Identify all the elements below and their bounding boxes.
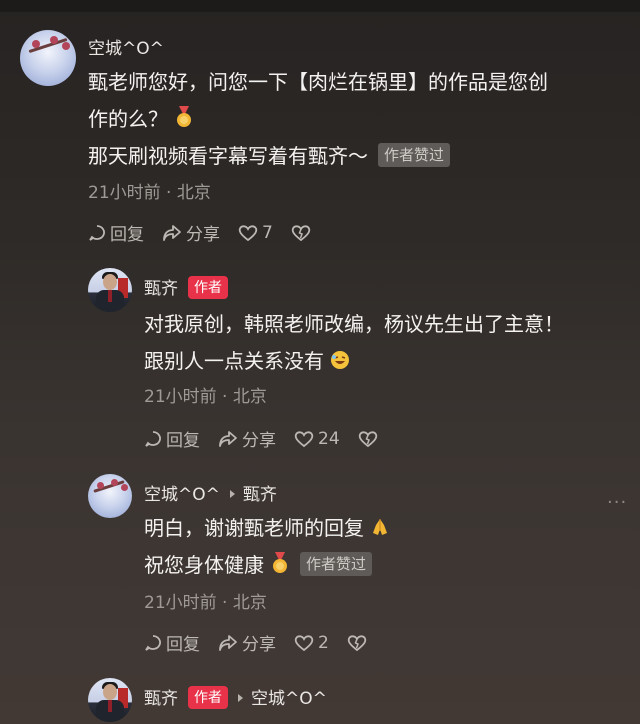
reply-button[interactable]: 回复 bbox=[144, 426, 200, 451]
broken-heart-icon bbox=[347, 634, 367, 651]
top-bar bbox=[0, 0, 640, 12]
comment-text: 甄老师您好，问您一下【肉烂在锅里】的作品是您创 作的么？ 那天刷视频看字幕写着有… bbox=[88, 64, 628, 175]
reply-to-username[interactable]: 空城^O^ bbox=[251, 689, 327, 709]
like-count: 7 bbox=[262, 222, 273, 243]
heart-icon bbox=[294, 430, 314, 447]
medal-emoji-icon bbox=[270, 549, 290, 573]
reply-label: 回复 bbox=[110, 225, 144, 245]
like-count: 2 bbox=[318, 632, 329, 653]
author-liked-badge: 作者赞过 bbox=[300, 552, 373, 576]
comment-username[interactable]: 甄齐 作者 bbox=[144, 274, 228, 299]
broken-heart-icon bbox=[291, 224, 311, 241]
share-label: 分享 bbox=[242, 635, 276, 655]
comment-text-line: 甄老师您好，问您一下【肉烂在锅里】的作品是您创 bbox=[88, 70, 548, 94]
avatar[interactable] bbox=[20, 30, 76, 86]
comment-text: 对我原创，韩照老师改编，杨议先生出了主意！ 跟别人一点关系没有 bbox=[144, 306, 624, 380]
reply-icon bbox=[145, 430, 161, 447]
medal-emoji-icon bbox=[174, 103, 194, 127]
share-button[interactable]: 分享 bbox=[162, 220, 220, 245]
author-badge: 作者 bbox=[188, 686, 228, 709]
share-icon bbox=[219, 430, 237, 447]
comment-text-line: 明白，谢谢甄老师的回复 bbox=[144, 516, 364, 540]
like-button[interactable]: 2 bbox=[294, 633, 329, 653]
like-button[interactable]: 7 bbox=[238, 223, 273, 243]
avatar[interactable] bbox=[88, 474, 132, 518]
comment-text: 明白，谢谢甄老师的回复 祝您身体健康 作者赞过 bbox=[144, 510, 624, 584]
reply-button[interactable]: 回复 bbox=[88, 220, 144, 245]
comment-text-line: 那天刷视频看字幕写着有甄齐～ bbox=[88, 144, 368, 168]
reply-to-username[interactable]: 甄齐 bbox=[243, 485, 277, 505]
reply-label: 回复 bbox=[166, 431, 200, 451]
comment-username[interactable]: 甄齐 作者 空城^O^ bbox=[144, 684, 327, 709]
comment-meta: 21小时前 · 北京 bbox=[144, 593, 267, 613]
share-label: 分享 bbox=[242, 431, 276, 451]
reply-to-arrow-icon bbox=[238, 694, 243, 702]
comment-actions: 回复 分享 24 bbox=[144, 426, 400, 451]
reply-button[interactable]: 回复 bbox=[144, 630, 200, 655]
heart-icon bbox=[294, 634, 314, 651]
reply-to-arrow-icon bbox=[229, 490, 235, 498]
comment-meta: 21小时前 · 北京 bbox=[144, 387, 267, 407]
dislike-button[interactable] bbox=[291, 224, 315, 242]
reply-label: 回复 bbox=[166, 635, 200, 655]
comment-meta: 21小时前 · 北京 bbox=[88, 183, 211, 203]
avatar[interactable] bbox=[88, 268, 132, 312]
author-liked-badge: 作者赞过 bbox=[378, 143, 451, 167]
broken-heart-icon bbox=[358, 430, 377, 447]
comment-text-line: 祝您身体健康 bbox=[144, 553, 264, 577]
like-button[interactable]: 24 bbox=[294, 429, 340, 449]
comment-username[interactable]: 空城^O^ bbox=[88, 34, 164, 59]
comment-text-line: 作的么？ bbox=[88, 107, 168, 131]
praying-hands-emoji-icon bbox=[370, 512, 390, 535]
comment-text-line: 对我原创，韩照老师改编，杨议先生出了主意！ bbox=[144, 312, 564, 336]
heart-icon bbox=[238, 224, 258, 241]
share-icon bbox=[219, 634, 237, 651]
comment-actions: 回复 分享 2 bbox=[144, 630, 389, 655]
share-icon bbox=[163, 224, 181, 241]
avatar[interactable] bbox=[88, 678, 132, 722]
dislike-button[interactable] bbox=[347, 634, 371, 652]
share-label: 分享 bbox=[186, 225, 220, 245]
share-button[interactable]: 分享 bbox=[218, 630, 276, 655]
comment-username[interactable]: 空城^O^ 甄齐 bbox=[144, 480, 277, 505]
like-count: 24 bbox=[318, 428, 340, 449]
comment-actions: 回复 分享 7 bbox=[88, 220, 333, 245]
reply-icon bbox=[145, 634, 161, 651]
comment-text-line: 跟别人一点关系没有 bbox=[144, 349, 324, 373]
reply-icon bbox=[89, 224, 105, 241]
author-badge: 作者 bbox=[188, 276, 228, 299]
laughing-emoji-icon bbox=[330, 345, 350, 369]
share-button[interactable]: 分享 bbox=[218, 426, 276, 451]
dislike-button[interactable] bbox=[358, 430, 382, 448]
